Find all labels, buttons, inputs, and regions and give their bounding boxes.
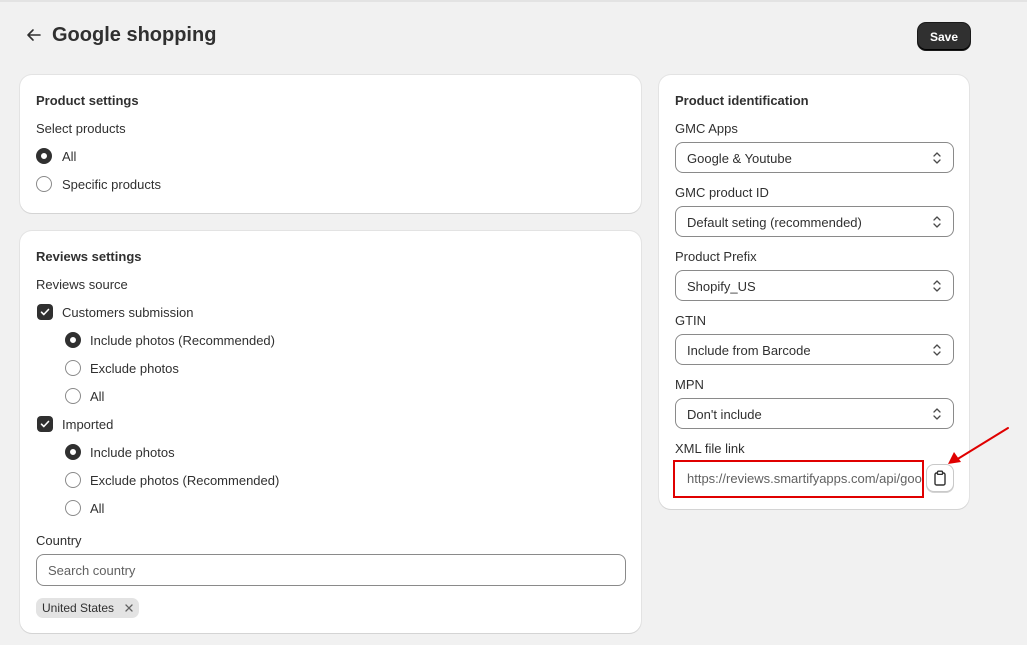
xml-file-link-field[interactable]: https://reviews.smartifyapps.com/api/goo…: [673, 460, 924, 498]
radio-label: Exclude photos: [90, 361, 179, 376]
radio-all-products[interactable]: [36, 148, 52, 164]
reviews-source-label: Reviews source: [36, 277, 128, 292]
clipboard-icon: [934, 470, 946, 486]
radio-customers-exclude-photos[interactable]: [65, 360, 81, 376]
checkbox-label: Customers submission: [62, 305, 194, 320]
page-title: Google shopping: [52, 24, 217, 46]
radio-imported-all[interactable]: [65, 500, 81, 516]
reviews-settings-card: Reviews settings Reviews source Customer…: [20, 231, 641, 633]
search-placeholder: Search country: [48, 563, 136, 578]
annotation-arrow-icon: [948, 427, 1009, 464]
select-value: Don't include: [687, 407, 762, 422]
country-search-input[interactable]: Search country: [36, 554, 626, 586]
copy-link-button[interactable]: [926, 464, 954, 492]
product-identification-card: Product identification GMC Apps Google &…: [659, 75, 969, 509]
field-label: GMC Apps: [675, 121, 738, 136]
top-border: [0, 0, 1027, 2]
chevron-up-down-icon: [933, 408, 941, 420]
checkbox-imported[interactable]: [37, 416, 53, 432]
gmc-product-id-select[interactable]: Default seting (recommended): [675, 206, 954, 237]
select-value: Default seting (recommended): [687, 215, 862, 230]
chevron-up-down-icon: [933, 216, 941, 228]
product-settings-card: Product settings Select products All Spe…: [20, 75, 641, 213]
radio-label: Include photos: [90, 445, 175, 460]
product-prefix-select[interactable]: Shopify_US: [675, 270, 954, 301]
country-tag: United States: [36, 598, 139, 618]
select-products-label: Select products: [36, 121, 126, 136]
select-value: Shopify_US: [687, 279, 756, 294]
checkbox-customers-submission[interactable]: [37, 304, 53, 320]
check-icon: [40, 420, 50, 428]
tag-label: United States: [42, 601, 115, 615]
radio-label: Specific products: [62, 177, 161, 192]
chevron-up-down-icon: [933, 280, 941, 292]
radio-imported-include-photos[interactable]: [65, 444, 81, 460]
radio-label: Exclude photos (Recommended): [90, 473, 280, 488]
gmc-apps-select[interactable]: Google & Youtube: [675, 142, 954, 173]
xml-file-link-label: XML file link: [675, 441, 745, 456]
card-title: Product identification: [675, 93, 809, 108]
close-icon[interactable]: [124, 603, 134, 613]
save-button[interactable]: Save: [918, 23, 970, 50]
chevron-up-down-icon: [933, 152, 941, 164]
radio-label: All: [90, 501, 105, 516]
radio-label: All: [90, 389, 105, 404]
radio-specific-products[interactable]: [36, 176, 52, 192]
checkbox-label: Imported: [62, 417, 114, 432]
country-label: Country: [36, 533, 82, 548]
field-label: Product Prefix: [675, 249, 757, 264]
check-icon: [40, 308, 50, 316]
chevron-up-down-icon: [933, 344, 941, 356]
radio-imported-exclude-photos[interactable]: [65, 472, 81, 488]
field-label: MPN: [675, 377, 704, 392]
radio-label: All: [62, 149, 77, 164]
radio-customers-include-photos[interactable]: [65, 332, 81, 348]
gtin-select[interactable]: Include from Barcode: [675, 334, 954, 365]
card-title: Product settings: [36, 93, 139, 108]
mpn-select[interactable]: Don't include: [675, 398, 954, 429]
page-header: Google shopping Save: [20, 22, 970, 52]
arrow-left-icon[interactable]: [25, 26, 43, 44]
select-value: Include from Barcode: [687, 343, 811, 358]
field-label: GMC product ID: [675, 185, 769, 200]
select-value: Google & Youtube: [687, 151, 792, 166]
radio-label: Include photos (Recommended): [90, 333, 275, 348]
card-title: Reviews settings: [36, 249, 142, 264]
radio-customers-all[interactable]: [65, 388, 81, 404]
xml-url-value: https://reviews.smartifyapps.com/api/goo…: [687, 471, 922, 486]
field-label: GTIN: [675, 313, 707, 328]
